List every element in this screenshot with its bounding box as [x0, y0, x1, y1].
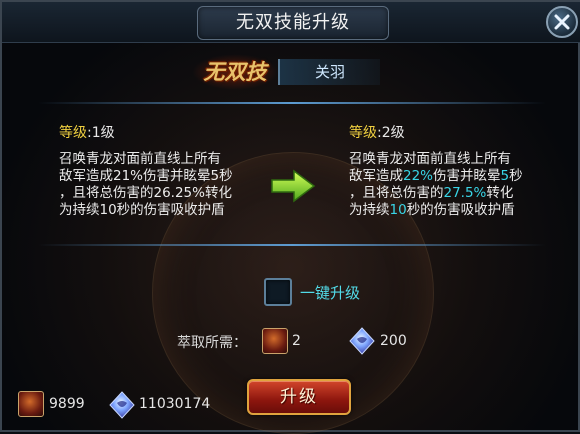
arrow-right-icon — [271, 169, 316, 203]
skill-upgrade-panel: 无双技能升级 无双技 关羽 等级:1级 召唤青龙对面前直线上所有 敌军造成21%… — [0, 0, 580, 434]
desc-text: 伤害并眩晕 — [433, 168, 501, 184]
close-icon — [554, 14, 570, 30]
current-desc-line: ，且将总伤害的26.25%转化 — [59, 185, 232, 201]
current-level-block: 等级:1级 召唤青龙对面前直线上所有 敌军造成21%伤害并眩晕5秒 ，且将总伤害… — [59, 125, 259, 219]
desc-text: 为持续 — [349, 202, 390, 218]
current-desc-line: 敌军造成21%伤害并眩晕5秒 — [59, 168, 233, 184]
hero-fragment-icon — [262, 328, 288, 354]
desc-text: 敌军造成 — [349, 168, 403, 184]
divider-bottom — [38, 244, 546, 246]
current-level-label: 等级 — [59, 125, 87, 141]
desc-text: 转化 — [486, 185, 514, 201]
close-button[interactable] — [546, 6, 578, 38]
next-level-value: :2级 — [377, 125, 405, 141]
hero-name: 关羽 — [278, 59, 380, 85]
next-level-block: 等级:2级 召唤青龙对面前直线上所有 敌军造成22%伤害并眩晕5秒 ，且将总伤害… — [349, 125, 549, 219]
desc-text: ，且将总伤害的 — [349, 185, 444, 201]
inventory-soul-count: 11030174 — [139, 396, 211, 412]
current-desc-line: 为持续10秒的伤害吸收护盾 — [59, 202, 225, 218]
next-level: 等级:2级 — [349, 125, 549, 142]
stun-value: 5 — [500, 168, 510, 184]
inventory-item-count: 9899 — [49, 396, 85, 412]
one-key-checkbox[interactable] — [264, 278, 292, 306]
cost-label: 萃取所需： — [177, 335, 247, 351]
current-level-value: :1级 — [87, 125, 115, 141]
next-desc-line: 敌军造成22%伤害并眩晕5秒 — [349, 168, 549, 185]
shield-percent-value: 27.5% — [443, 185, 487, 201]
soul-gem-icon — [349, 327, 375, 355]
next-desc-line: 召唤青龙对面前直线上所有 — [349, 151, 511, 167]
skill-tag: 无双技 关羽 — [192, 54, 402, 90]
current-level: 等级:1级 — [59, 125, 259, 142]
skill-badge: 无双技 — [192, 54, 278, 90]
desc-text: 秒 — [509, 168, 523, 184]
title-bar: 无双技能升级 — [2, 2, 580, 43]
desc-text: 秒的伤害吸收护盾 — [406, 202, 515, 218]
upgrade-button[interactable]: 升级 — [247, 379, 351, 415]
shield-duration-value: 10 — [389, 202, 407, 218]
cost-soul-count: 200 — [380, 333, 407, 349]
current-description: 召唤青龙对面前直线上所有 敌军造成21%伤害并眩晕5秒 ，且将总伤害的26.25… — [59, 151, 259, 219]
hero-fragment-icon — [18, 391, 44, 417]
damage-value: 22% — [403, 168, 434, 184]
one-key-label: 一键升级 — [300, 284, 361, 302]
current-desc-line: 召唤青龙对面前直线上所有 — [59, 151, 221, 167]
next-desc-line: 为持续10秒的伤害吸收护盾 — [349, 202, 549, 219]
next-description: 召唤青龙对面前直线上所有 敌军造成22%伤害并眩晕5秒 ，且将总伤害的27.5%… — [349, 151, 549, 219]
next-desc-line: ，且将总伤害的27.5%转化 — [349, 185, 549, 202]
next-level-label: 等级 — [349, 125, 377, 141]
divider-top — [38, 102, 546, 104]
window-title: 无双技能升级 — [197, 6, 389, 40]
soul-gem-icon — [109, 391, 135, 419]
cost-item-count: 2 — [292, 333, 301, 349]
